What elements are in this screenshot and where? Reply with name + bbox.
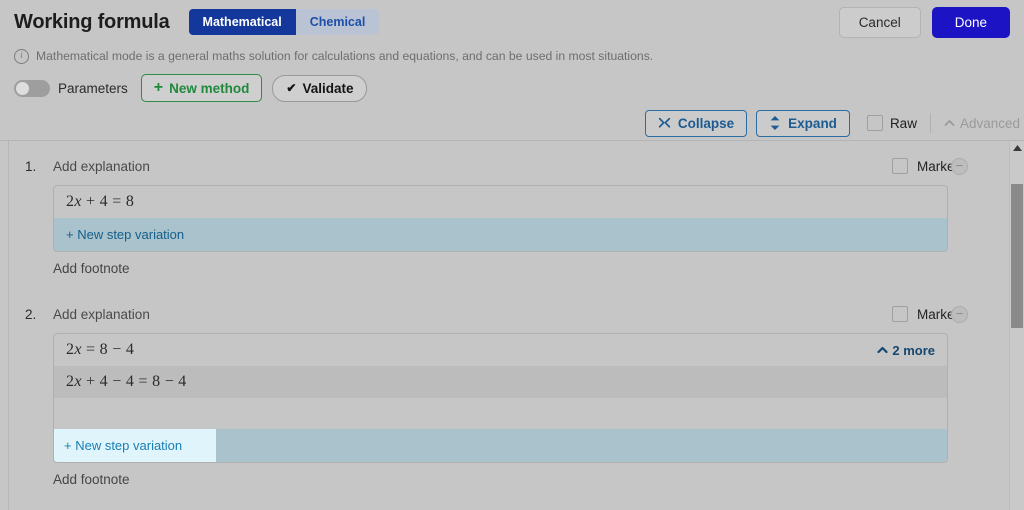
add-explanation-link[interactable]: Add explanation — [53, 307, 150, 322]
add-explanation-link[interactable]: Add explanation — [53, 159, 150, 174]
marked-checkbox[interactable] — [891, 158, 908, 174]
tab-chemical[interactable]: Chemical — [295, 9, 380, 35]
expand-label: Expand — [788, 115, 837, 131]
info-circle-icon: i — [14, 48, 29, 64]
main-toolbar: Parameters + New method ✔ Validate — [0, 70, 1024, 106]
info-banner: i Mathematical mode is a general maths s… — [0, 44, 1024, 68]
marked-group: Marked — [891, 158, 1004, 174]
minus-circle-icon[interactable]: − — [951, 305, 968, 323]
check-icon: ✔ — [286, 81, 297, 95]
info-banner-text: Mathematical mode is a general maths sol… — [36, 49, 654, 63]
plus-icon: + — [153, 79, 164, 96]
steps-panel: 1. Add explanation Marked − 2x + 4 = 8 +… — [0, 140, 1024, 510]
step-number: 1. — [25, 158, 37, 174]
done-button[interactable]: Done — [931, 6, 1010, 38]
header-actions: Cancel Done — [838, 6, 1010, 38]
raw-checkbox[interactable] — [866, 115, 883, 131]
tab-mathematical[interactable]: Mathematical — [188, 9, 296, 35]
step-box: 2x = 8 − 4 2 more 2x + 4 − 4 = 8 − 4 + N… — [53, 333, 948, 463]
step-header: 2. Add explanation Marked − — [25, 303, 1010, 325]
show-more-variations-link[interactable]: 2 more — [877, 343, 935, 358]
raw-group: Raw — [861, 115, 917, 131]
step-header: 1. Add explanation Marked − — [25, 155, 1010, 177]
new-method-label: New method — [169, 80, 250, 96]
app-header: Working formula Mathematical Chemical Ca… — [0, 0, 1024, 70]
equation-text: 2x + 4 − 4 = 8 − 4 — [66, 373, 187, 390]
new-method-button[interactable]: + New method — [140, 74, 263, 102]
equation-row[interactable]: 2x + 4 = 8 — [54, 186, 947, 218]
step-number: 2. — [25, 306, 37, 322]
equation-row-empty[interactable] — [54, 398, 947, 429]
equation-text: 2x = 8 − 4 — [66, 341, 135, 358]
equation-text: 2x + 4 = 8 — [66, 193, 135, 210]
validate-label: Validate — [302, 80, 354, 96]
parameters-label: Parameters — [58, 80, 128, 96]
raw-label: Raw — [889, 115, 917, 131]
validate-button[interactable]: ✔ Validate — [272, 74, 368, 102]
step-spacer — [9, 281, 1010, 303]
chevron-up-icon — [944, 119, 955, 127]
collapse-button[interactable]: Collapse — [644, 109, 748, 137]
new-step-variation-label: + New step variation — [54, 429, 217, 462]
new-step-variation-label: + New step variation — [66, 227, 185, 242]
parameters-toggle[interactable] — [14, 79, 50, 97]
equation-row[interactable]: 2x + 4 − 4 = 8 − 4 — [54, 366, 947, 398]
add-footnote-link[interactable]: Add footnote — [53, 472, 1010, 492]
scroll-up-arrow-icon[interactable] — [1010, 141, 1024, 155]
scrollbar-thumb[interactable] — [1011, 184, 1023, 328]
marked-group: Marked — [891, 306, 1004, 322]
new-step-variation-button[interactable]: + New step variation — [54, 429, 947, 462]
advanced-label: Advanced — [959, 115, 1020, 131]
header-top-row: Working formula Mathematical Chemical Ca… — [0, 0, 1024, 44]
add-footnote-link[interactable]: Add footnote — [53, 261, 1010, 281]
collapse-label: Collapse — [677, 115, 735, 131]
vertical-scrollbar[interactable] — [1009, 141, 1024, 510]
step-item: 2. Add explanation Marked − 2x = 8 − 4 2… — [9, 303, 1010, 492]
toolbar-divider — [929, 113, 931, 133]
advanced-toggle[interactable]: Advanced — [944, 116, 1022, 131]
steps-scroll-area: 1. Add explanation Marked − 2x + 4 = 8 +… — [9, 141, 1010, 510]
page-title: Working formula — [14, 10, 170, 33]
show-more-variations-label: 2 more — [892, 342, 935, 358]
chevron-up-icon — [877, 346, 888, 354]
new-step-variation-button[interactable]: + New step variation — [54, 218, 947, 251]
marked-checkbox[interactable] — [891, 306, 908, 322]
cancel-button[interactable]: Cancel — [838, 6, 921, 38]
mode-switch: Mathematical Chemical — [188, 9, 380, 35]
minus-circle-icon[interactable]: − — [951, 157, 968, 175]
step-item: 1. Add explanation Marked − 2x + 4 = 8 +… — [9, 155, 1010, 281]
collapse-arrows-icon — [658, 117, 671, 130]
step-box: 2x + 4 = 8 + New step variation — [53, 185, 948, 252]
equation-row[interactable]: 2x = 8 − 4 2 more — [54, 334, 947, 366]
expand-arrows-icon — [769, 116, 781, 130]
view-controls-toolbar: Collapse Expand Raw Advanced — [0, 106, 1024, 140]
expand-button[interactable]: Expand — [756, 109, 850, 137]
